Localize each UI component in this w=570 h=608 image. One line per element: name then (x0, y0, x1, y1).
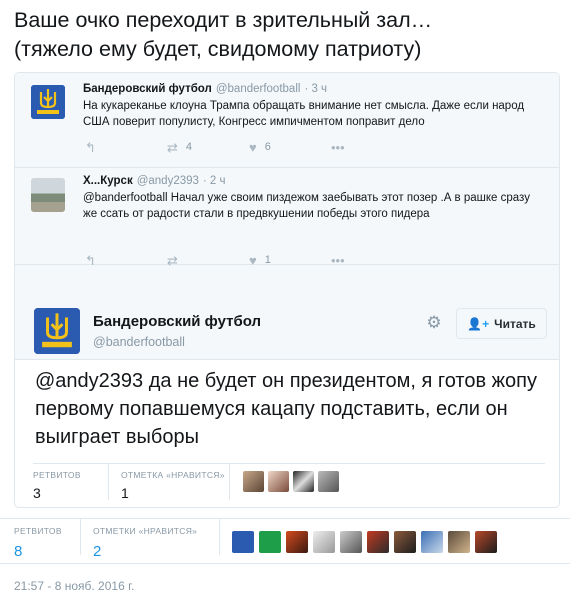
tweet-timestamp[interactable]: 21:57 - 8 нояб. 2016 г. (14, 579, 134, 593)
trident-emblem-icon (34, 308, 80, 354)
retweet-icon: ⇄ (167, 252, 178, 268)
like-count: 1 (264, 254, 271, 266)
avatar[interactable] (293, 471, 314, 492)
divider (108, 464, 109, 500)
main-tweet-stats: РЕТВИТОВ 3 ОТМЕТКА «НРАВИТСЯ» 1 (33, 463, 545, 501)
liker-avatars (243, 471, 339, 492)
author-name[interactable]: Бандеровский футбол (83, 83, 212, 95)
likes-label: ОТМЕТКА «НРАВИТСЯ» (121, 470, 225, 480)
more-icon: ••• (331, 139, 345, 155)
avatar[interactable] (318, 471, 339, 492)
avatar[interactable] (268, 471, 289, 492)
retweet-button[interactable]: ⇄ (167, 254, 249, 267)
reply-icon: ↰ (85, 139, 96, 155)
retweets-label: РЕТВИТОВ (33, 470, 81, 480)
retweet-button[interactable]: ⇄ 4 (167, 141, 249, 154)
divider (80, 519, 81, 555)
avatar[interactable] (313, 531, 335, 553)
reply-2-body: Х...Курск @andy2393 · 2 ч @banderfootball … (15, 168, 559, 268)
reply-button[interactable]: ↰ (85, 141, 167, 154)
gear-icon[interactable]: ⚙ (425, 314, 443, 332)
reply-header: Х...Курск @andy2393 · 2 ч (83, 175, 226, 187)
avatar[interactable] (286, 531, 308, 553)
more-icon: ••• (331, 252, 345, 268)
reply-icon: ↰ (85, 252, 96, 268)
headline-line-2: (тяжело ему будет, свидомому патриоту) (14, 37, 422, 61)
tweet-text: На кукареканье клоуна Трампа обращать вн… (83, 100, 525, 128)
likes-count: 2 (93, 543, 102, 560)
tweet-time[interactable]: · 3 ч (304, 83, 327, 95)
avatar[interactable] (31, 85, 65, 119)
avatar[interactable] (243, 471, 264, 492)
avatar[interactable] (448, 531, 470, 553)
follow-label: Читать (494, 316, 536, 331)
avatar[interactable] (31, 178, 65, 212)
follow-button[interactable]: 👤+ Читать (456, 308, 547, 339)
like-button[interactable]: ♥ 1 (249, 254, 331, 267)
headline-line-1: Ваше очко переходит в зрительный зал… (14, 8, 433, 32)
tweet-card: Бандеровский футбол @banderfootball · 3 ч … (14, 72, 560, 508)
avatar[interactable] (232, 531, 254, 553)
more-button[interactable]: ••• (331, 254, 413, 267)
divider (229, 464, 230, 500)
mention-link[interactable]: @andy2393 (35, 370, 143, 392)
tweet-actions: ↰ ⇄ ♥ 1 ••• (85, 252, 413, 268)
reply-tweet-1[interactable]: Бандеровский футбол @banderfootball · 3 ч … (15, 73, 559, 168)
avatar[interactable] (421, 531, 443, 553)
headline: Ваше очко переходит в зрительный зал… (т… (14, 6, 562, 64)
likes-stat[interactable]: ОТМЕТКА «НРАВИТСЯ» 1 (121, 470, 225, 501)
author-handle[interactable]: @andy2393 (137, 175, 199, 187)
like-count: 6 (264, 141, 271, 153)
heart-icon: ♥ (249, 252, 257, 268)
tweet-text: @banderfootball Начал уже своим пиздежом… (83, 192, 530, 220)
tweet-time[interactable]: · 2 ч (203, 175, 226, 187)
likes-label: ОТМЕТКИ «НРАВИТСЯ» (93, 526, 198, 536)
avatar[interactable] (340, 531, 362, 553)
more-button[interactable]: ••• (331, 141, 413, 154)
trident-emblem-icon (31, 85, 65, 119)
avatar[interactable] (259, 531, 281, 553)
main-author-name[interactable]: Бандеровский футбол (93, 313, 261, 330)
retweets-count: 8 (14, 543, 23, 560)
retweet-count: 4 (185, 141, 193, 153)
outer-retweets-stat[interactable]: РЕТВИТОВ 8 (14, 526, 62, 560)
retweet-icon: ⇄ (167, 139, 178, 155)
main-tweet-text: @andy2393 да не будет он президентом, я … (35, 367, 545, 451)
reply-button[interactable]: ↰ (85, 254, 167, 267)
liker-avatars (232, 531, 497, 553)
like-button[interactable]: ♥ 6 (249, 141, 331, 154)
author-handle[interactable]: @banderfootball (216, 83, 301, 95)
avatar[interactable] (394, 531, 416, 553)
avatar[interactable] (367, 531, 389, 553)
outer-likes-stat[interactable]: ОТМЕТКИ «НРАВИТСЯ» 2 (93, 526, 197, 560)
reply-header: Бандеровский футбол @banderfootball · 3 ч (83, 83, 327, 95)
heart-icon: ♥ (249, 139, 257, 155)
divider (219, 519, 220, 555)
avatar[interactable] (475, 531, 497, 553)
author-name[interactable]: Х...Курск (83, 175, 133, 187)
retweets-count: 3 (33, 485, 41, 501)
add-user-icon: 👤+ (467, 316, 490, 331)
tweet-actions: ↰ ⇄ 4 ♥ 6 ••• (85, 139, 413, 155)
outer-stats: РЕТВИТОВ 8 ОТМЕТКИ «НРАВИТСЯ» 2 (0, 518, 570, 564)
retweets-label: РЕТВИТОВ (14, 526, 62, 536)
main-avatar[interactable] (34, 308, 80, 354)
main-author-handle[interactable]: @banderfootball (93, 335, 185, 349)
likes-count: 1 (121, 485, 129, 501)
retweets-stat[interactable]: РЕТВИТОВ 3 (33, 470, 81, 501)
